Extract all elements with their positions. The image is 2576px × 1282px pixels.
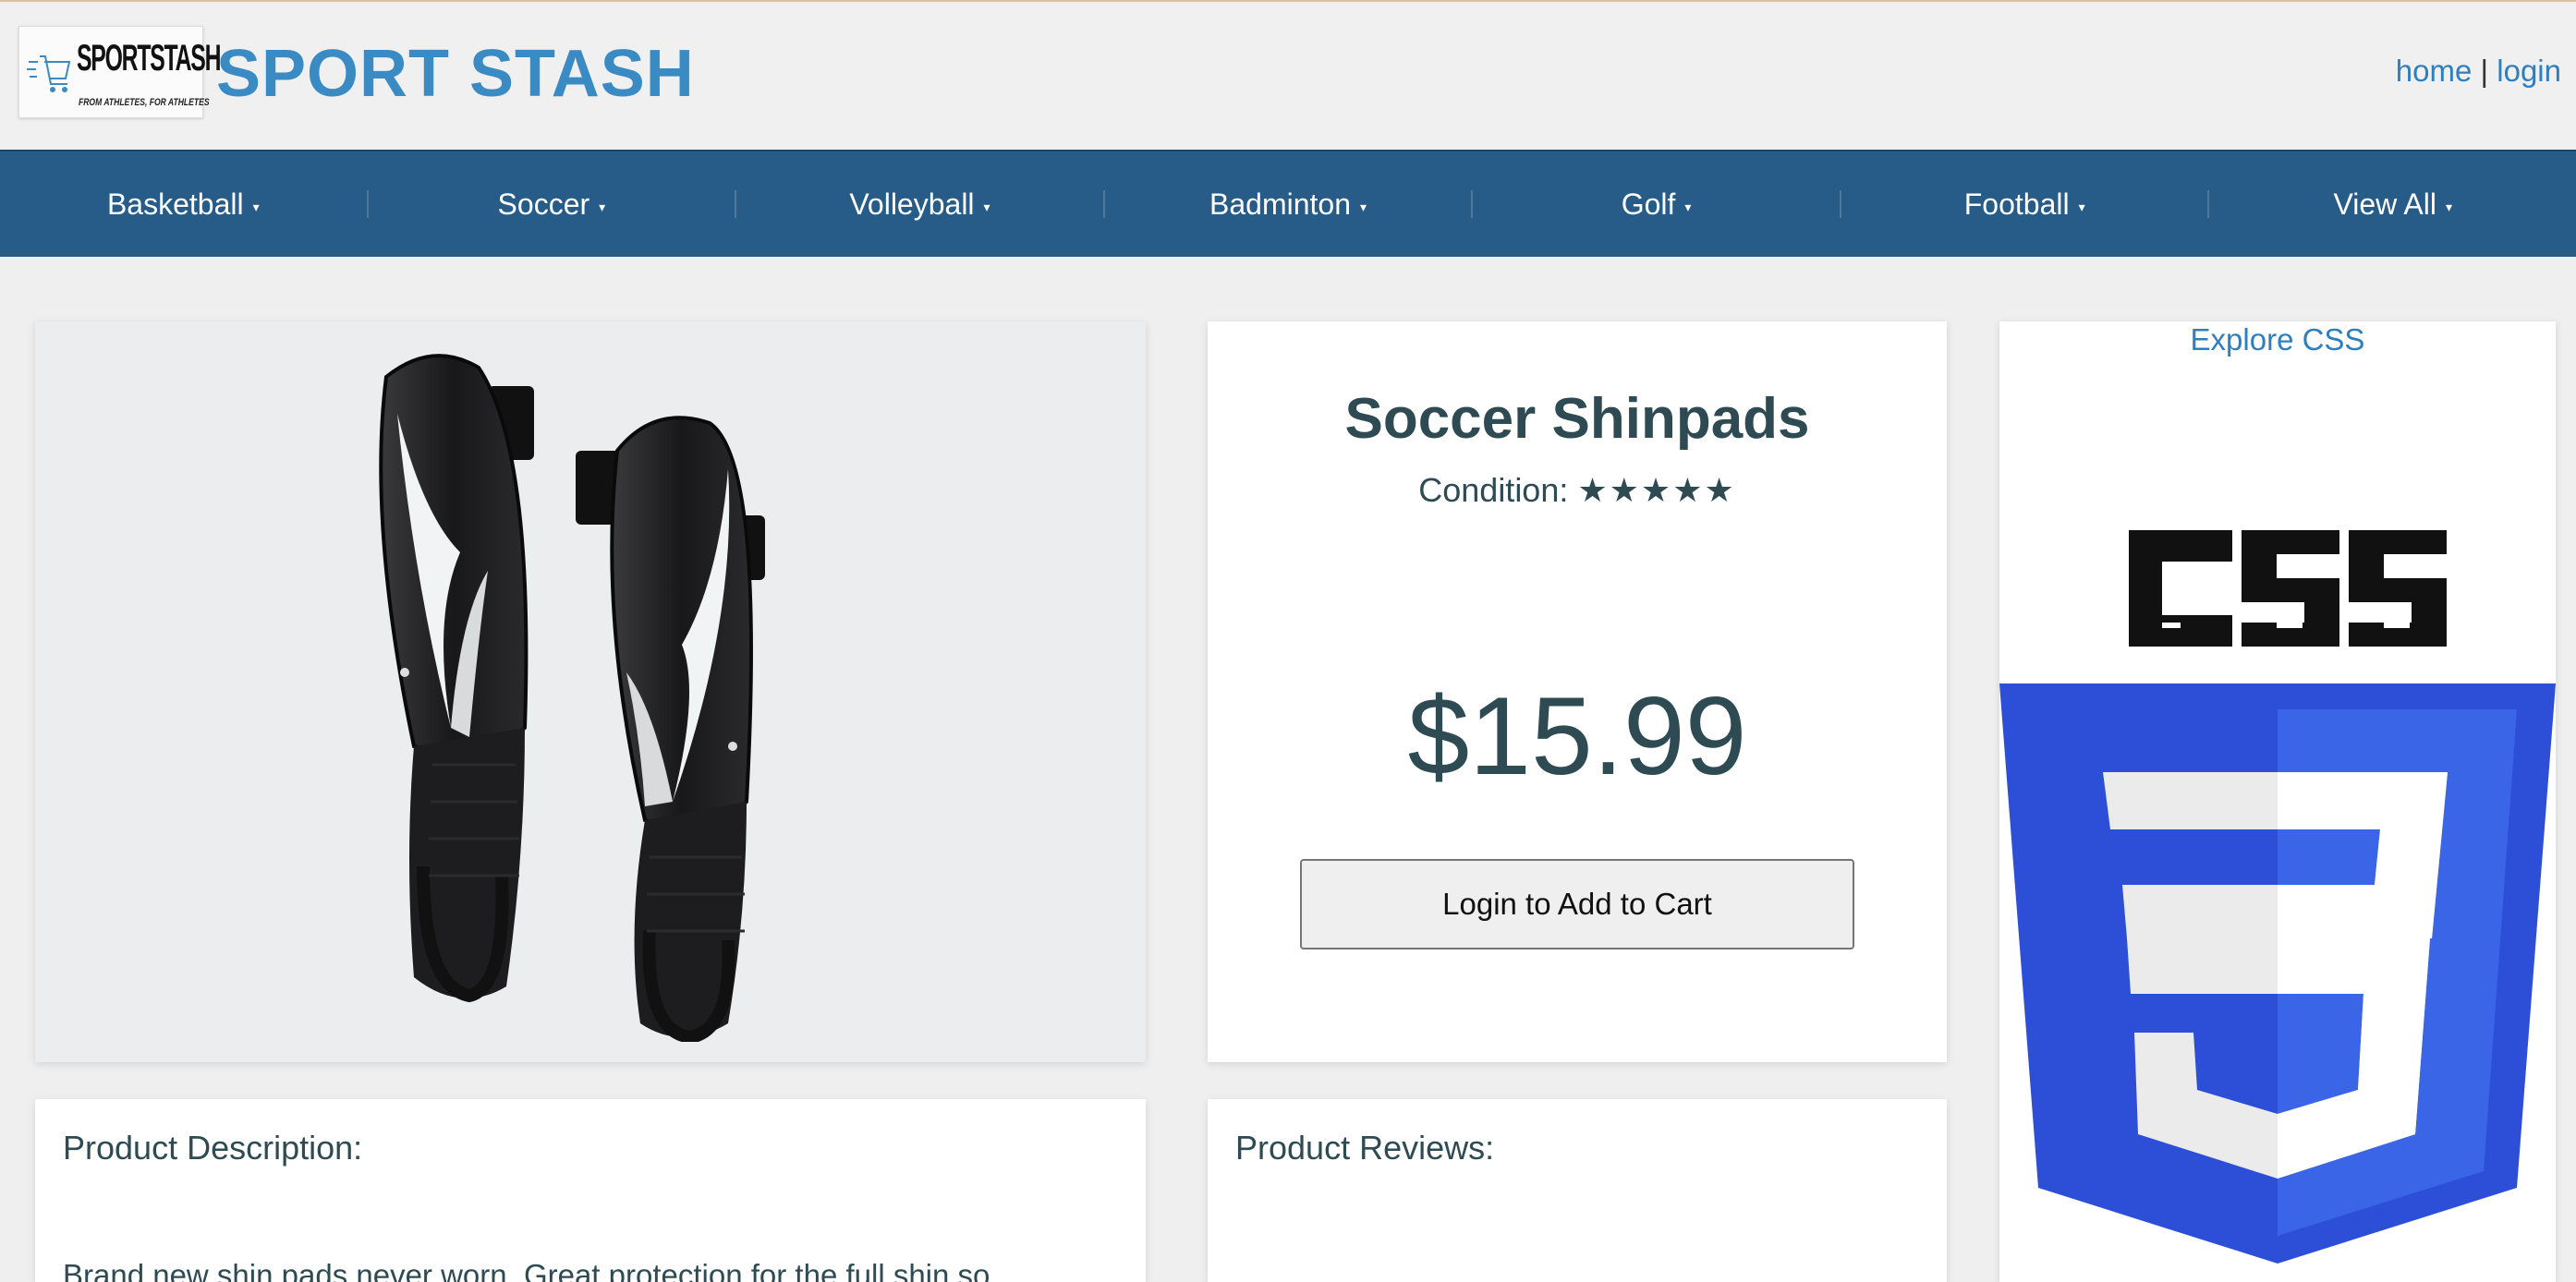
caret-down-icon: ▾: [1360, 199, 1367, 214]
explore-css-link[interactable]: Explore CSS: [1999, 321, 2556, 358]
caret-down-icon: ▾: [1684, 199, 1692, 214]
site-header: SPORTSTASH FROM ATHLETES, FOR ATHLETES S…: [0, 2, 2576, 150]
nav-item-basketball[interactable]: Basketball ▾: [0, 151, 367, 257]
caret-down-icon: ▾: [599, 199, 606, 214]
sportstash-logo[interactable]: SPORTSTASH FROM ATHLETES, FOR ATHLETES: [18, 26, 221, 118]
link-separator: |: [2480, 54, 2489, 88]
nav-item-soccer[interactable]: Soccer ▾: [369, 151, 735, 257]
nav-label: Football: [1963, 187, 2070, 221]
login-link[interactable]: login: [2497, 54, 2561, 88]
nav-label: Badminton: [1209, 187, 1351, 221]
product-image-card: [35, 321, 1146, 1062]
product-title: Soccer Shinpads: [1344, 387, 1810, 451]
condition-label: Condition:: [1418, 471, 1569, 509]
login-to-add-to-cart-button[interactable]: Login to Add to Cart: [1300, 859, 1854, 949]
nav-label: Basketball: [106, 187, 244, 221]
nav-label: Soccer: [497, 187, 590, 221]
nav-item-volleyball[interactable]: Volleyball ▾: [736, 151, 1103, 257]
nav-label: Volleyball: [849, 187, 975, 221]
home-link[interactable]: home: [2396, 54, 2473, 88]
description-heading: Product Description:: [63, 1129, 363, 1167]
nav-item-view-all[interactable]: View All ▾: [2209, 151, 2576, 257]
nav-item-badminton[interactable]: Badminton ▾: [1105, 151, 1472, 257]
product-condition: Condition: ★★★★★: [1208, 471, 1947, 510]
product-reviews-card: Product Reviews:: [1208, 1099, 1947, 1282]
reviews-heading: Product Reviews:: [1235, 1129, 1495, 1167]
account-links: home | login: [2396, 54, 2561, 89]
caret-down-icon: ▾: [2445, 199, 2452, 214]
shopping-cart-icon: [27, 55, 71, 92]
caret-down-icon: ▾: [2078, 199, 2085, 214]
caret-down-icon: ▾: [252, 199, 260, 214]
nav-item-golf[interactable]: Golf ▾: [1473, 151, 1840, 257]
caret-down-icon: ▾: [983, 199, 990, 214]
shin-guards-image: [379, 354, 765, 1042]
description-text: Brand new shin pads never worn. Great pr…: [63, 1258, 990, 1282]
site-title[interactable]: SPORT STASH: [216, 41, 695, 107]
nav-label: Golf: [1621, 187, 1676, 221]
nav-label: View All: [2333, 187, 2436, 221]
product-info-card: Soccer Shinpads Condition: ★★★★★ $15.99 …: [1208, 321, 1947, 1062]
logo-wordmark: SPORTSTASH: [77, 38, 221, 79]
category-nav: Basketball ▾ Soccer ▾ Volleyball ▾ Badminto…: [0, 150, 2576, 257]
product-price: $15.99: [1407, 674, 1747, 798]
product-description-card: Product Description: Brand new shin pads…: [35, 1099, 1146, 1282]
logo-tagline: FROM ATHLETES, FOR ATHLETES: [79, 97, 210, 108]
css-ad-card: Explore CSS: [1999, 321, 2556, 1282]
nav-item-football[interactable]: Football ▾: [1841, 151, 2208, 257]
star-rating-icon: ★★★★★: [1577, 471, 1736, 509]
css3-logo-icon[interactable]: [1999, 432, 2556, 1282]
